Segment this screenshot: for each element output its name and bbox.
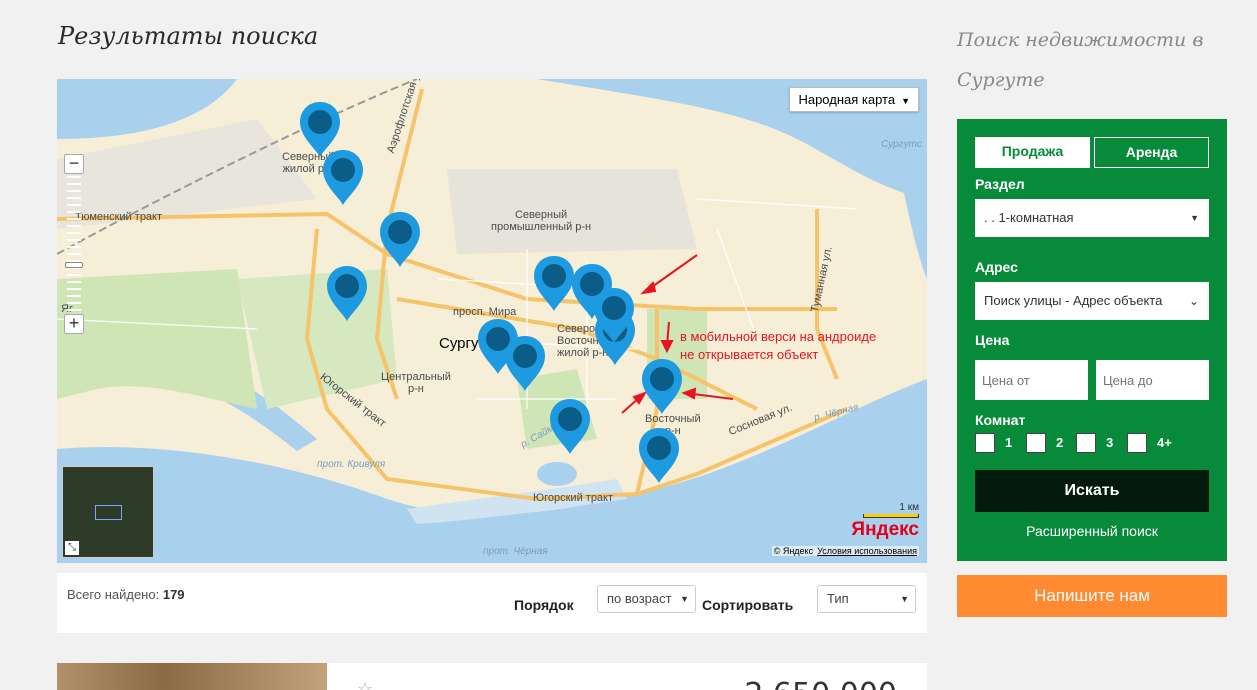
zoom-track[interactable] — [67, 176, 81, 312]
results-map[interactable]: Северный жилой р-н Тюменский тракт Аэрофл… — [57, 79, 927, 563]
search-button[interactable]: Искать — [975, 470, 1209, 512]
map-pin[interactable] — [639, 428, 679, 483]
map-pin[interactable] — [534, 256, 574, 311]
zoom-slider-thumb[interactable] — [65, 262, 83, 268]
favorite-icon[interactable]: ☆ — [357, 679, 373, 690]
expand-icon[interactable]: ⤡ — [65, 541, 79, 555]
caret-down-icon: ▼ — [1190, 213, 1199, 223]
results-bar: Всего найдено: 179 Порядок по возраст ▼ С… — [57, 573, 927, 633]
zoom-in-button[interactable]: + — [64, 314, 84, 334]
map-scale: 1 км — [863, 502, 919, 518]
order-select[interactable]: по возраст ▼ — [597, 585, 696, 613]
annotation-note: в мобильной верси на андроиде не открывае… — [680, 329, 877, 362]
map-type-selector[interactable]: Народная карта ▼ — [789, 87, 919, 112]
map-pin[interactable] — [380, 212, 420, 267]
listing-photo[interactable] — [57, 663, 327, 690]
map-pin[interactable] — [550, 399, 590, 454]
listing-price: 2 650 000 — [744, 677, 897, 690]
map-pin[interactable] — [323, 150, 363, 205]
map-copyright: © Яндекс Условия использования — [771, 546, 919, 556]
price-from-input[interactable] — [975, 360, 1088, 400]
write-us-button[interactable]: Напишите нам — [957, 575, 1227, 617]
price-to-input[interactable] — [1096, 360, 1209, 400]
sidebar-title: Поиск недвижимости в Сургуте — [957, 29, 1204, 91]
zoom-out-button[interactable]: − — [64, 154, 84, 174]
listing-card[interactable]: ☆ 2 650 000 — [57, 663, 927, 690]
terms-link[interactable]: Условия использования — [817, 546, 917, 556]
found-count: Всего найдено: 179 — [67, 587, 185, 602]
checkbox[interactable] — [975, 433, 995, 453]
address-select[interactable]: Поиск улицы - Адрес объекта ⌄ — [975, 282, 1209, 320]
page-title: Результаты поиска — [58, 22, 319, 50]
yandex-logo: Яндекс — [851, 519, 919, 540]
zoom-control[interactable]: − + — [64, 154, 84, 334]
minimap[interactable]: ⤡ — [62, 466, 154, 558]
advanced-search-link[interactable]: Расширенный поиск — [957, 523, 1227, 539]
checkbox[interactable] — [1026, 433, 1046, 453]
caret-down-icon: ▼ — [900, 594, 909, 604]
minimap-viewport[interactable] — [95, 505, 122, 520]
caret-down-icon: ▼ — [901, 96, 910, 106]
map-pin[interactable] — [300, 102, 340, 157]
sort-label: Сортировать — [702, 597, 794, 613]
section-select[interactable]: . . 1-комнатная ▼ — [975, 199, 1209, 237]
checkbox[interactable] — [1076, 433, 1096, 453]
map-pin[interactable] — [327, 266, 367, 321]
section-label: Раздел — [975, 176, 1025, 192]
order-label: Порядок — [514, 597, 574, 613]
map-pins[interactable] — [57, 79, 927, 563]
tab-rent[interactable]: Аренда — [1094, 137, 1209, 168]
map-pin[interactable] — [505, 336, 545, 391]
rooms-label: Комнат — [975, 412, 1026, 428]
map-pin[interactable] — [642, 359, 682, 414]
price-label: Цена — [975, 332, 1010, 348]
search-panel: Продажа Аренда Раздел . . 1-комнатная ▼ А… — [957, 119, 1227, 561]
checkbox[interactable] — [1127, 433, 1147, 453]
sort-select[interactable]: Тип ▼ — [817, 585, 916, 613]
chevron-down-icon: ⌄ — [1188, 294, 1199, 308]
tab-sale[interactable]: Продажа — [975, 137, 1090, 168]
address-label: Адрес — [975, 259, 1018, 275]
caret-down-icon: ▼ — [680, 594, 689, 604]
